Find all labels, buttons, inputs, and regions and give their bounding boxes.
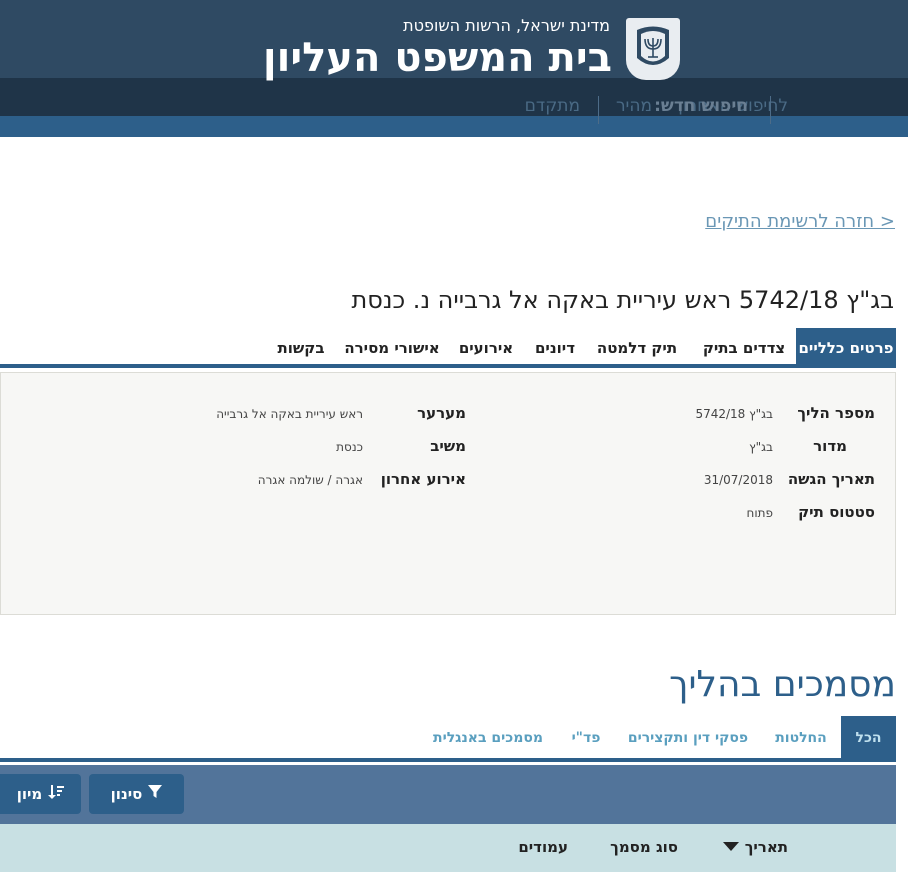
header-separator (598, 96, 599, 124)
new-search-label: חיפוש חדש: (654, 96, 748, 116)
site-header: מדינת ישראל, הרשות השופטת בית המשפט העלי… (0, 0, 908, 137)
respondent-label: משיב (430, 437, 466, 455)
state-emblem-icon (626, 18, 680, 80)
last-event-value: אגרה / שולמה אגרה (257, 473, 363, 487)
sort-down-icon (722, 838, 739, 856)
appellant-value: ראש עיריית באקה אל גרבייה (216, 407, 363, 421)
doc-tab-decisions[interactable]: החלטות (768, 716, 834, 760)
header-bottom-band (0, 116, 908, 137)
tab-general-details[interactable]: פרטים כלליים (796, 328, 896, 368)
quick-search-link[interactable]: מהיר (616, 96, 652, 116)
filing-date-value: 31/07/2018 (703, 473, 773, 487)
respondent-value: כנסת (336, 440, 363, 454)
sort-icon (48, 785, 65, 803)
documents-toolbar: סינון מיון (0, 765, 896, 824)
last-event-label: אירוע אחרון (380, 470, 466, 488)
tab-events[interactable]: אירועים (454, 328, 518, 368)
column-document-type[interactable]: סוג מסמך (610, 838, 678, 856)
header-separator (770, 96, 771, 124)
advanced-search-link[interactable]: מתקדם (525, 96, 580, 116)
documents-section-title: מסמכים בהליך (669, 664, 896, 705)
documents-table-header: תאריך סוג מסמך עמודים (0, 824, 896, 872)
column-date-label: תאריך (744, 838, 788, 856)
government-name: מדינת ישראל, הרשות השופטת (403, 16, 610, 35)
filing-date-label: תאריך הגשה (787, 470, 875, 488)
doc-tab-reports[interactable]: פד"י (566, 716, 606, 760)
filter-button-label: סינון (110, 785, 143, 803)
doc-tab-rulings[interactable]: פסקי דין ותקצירים (624, 716, 752, 760)
tab-delivery-confirmations[interactable]: אישורי מסירה (344, 328, 440, 368)
case-tabs: פרטים כלליים צדדים בתיק תיק דלמטה דיונים… (0, 328, 896, 368)
sort-button[interactable]: מיון (0, 774, 81, 814)
tab-parties[interactable]: צדדים בתיק (696, 328, 792, 368)
case-details-panel: מספר הליך בג"ץ 5742/18 מדור בג"ץ תאריך ה… (0, 372, 896, 615)
court-name-title: בית המשפט העליון (262, 35, 612, 81)
column-date[interactable]: תאריך (722, 838, 788, 856)
sort-button-label: מיון (16, 785, 43, 803)
division-label: מדור (813, 437, 847, 455)
case-status-value: פתוח (746, 506, 774, 520)
case-number-label: מספר הליך (797, 404, 875, 422)
appellant-label: מערער (417, 404, 466, 422)
tab-lower-case[interactable]: תיק דלמטה (594, 328, 680, 368)
doc-tab-english-docs[interactable]: מסמכים באנגלית (426, 716, 550, 760)
column-pages[interactable]: עמודים (518, 838, 568, 856)
case-status-label: סטטוס תיק (798, 503, 875, 521)
back-to-cases-link[interactable]: < חזרה לרשימת התיקים (705, 211, 895, 232)
document-tabs: הכל החלטות פסקי דין ותקצירים פד"י מסמכים… (0, 716, 896, 762)
filter-icon (148, 785, 163, 803)
doc-tab-all[interactable]: הכל (841, 716, 896, 760)
case-number-value: בג"ץ 5742/18 (695, 407, 773, 421)
division-value: בג"ץ (749, 440, 773, 454)
filter-button[interactable]: סינון (89, 774, 184, 814)
tab-hearings[interactable]: דיונים (530, 328, 580, 368)
case-title: בג"ץ 5742/18 ראש עיריית באקה אל גרבייה נ… (351, 286, 894, 314)
tab-requests[interactable]: בקשות (272, 328, 330, 368)
